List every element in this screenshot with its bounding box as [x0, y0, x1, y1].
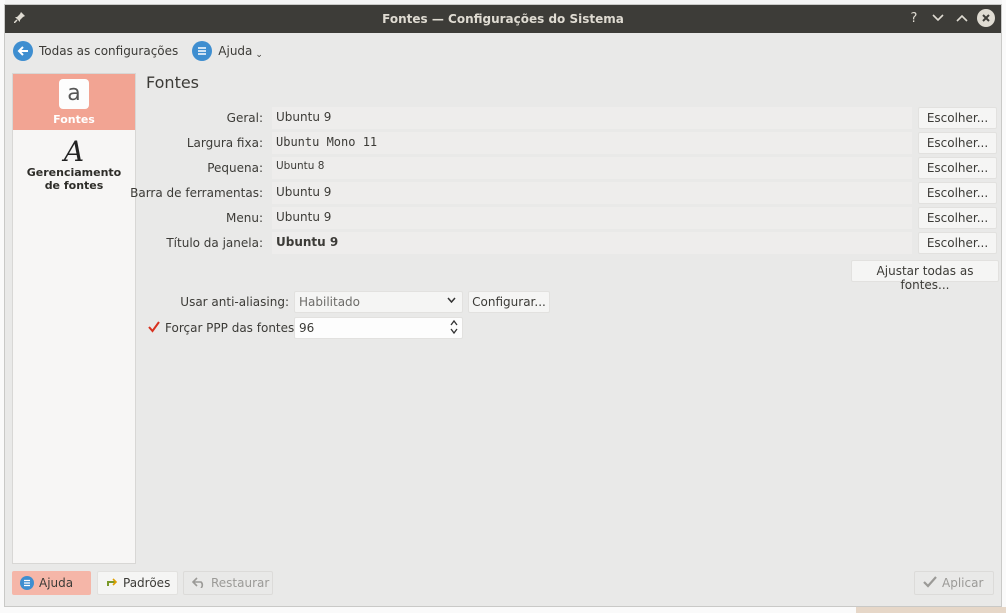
help-button-label: Ajuda	[39, 576, 74, 590]
font-label: Largura fixa:	[186, 136, 263, 150]
help-icon[interactable]: ?	[905, 9, 923, 27]
help-menu-label: Ajuda	[218, 44, 253, 58]
font-label: Título da janela:	[166, 236, 263, 250]
choose-button[interactable]: Escolher...	[918, 132, 997, 154]
apply-button[interactable]: Aplicar	[914, 571, 994, 595]
sidebar-item-font-management[interactable]: A Gerenciamento de fontes	[13, 130, 135, 200]
font-management-icon: A	[63, 135, 85, 168]
check-icon	[923, 575, 937, 591]
sidebar-item-fontes[interactable]: a Fontes	[13, 74, 135, 130]
antialias-label: Usar anti-aliasing:	[180, 295, 289, 309]
footer: Ajuda Padrões Restaurar Aplicar	[11, 571, 999, 597]
close-icon[interactable]	[977, 9, 995, 27]
defaults-button[interactable]: Padrões	[97, 571, 178, 595]
help-button[interactable]: Ajuda	[12, 571, 91, 595]
page-title: Fontes	[146, 73, 200, 92]
dpi-spinbox[interactable]: 96	[294, 317, 463, 339]
settings-window: Fontes — Configurações do Sistema ? Toda…	[4, 4, 1002, 607]
sidebar: a Fontes A Gerenciamento de fontes	[12, 73, 136, 564]
font-value: Ubuntu 9	[272, 182, 912, 204]
restore-button[interactable]: Restaurar	[183, 571, 273, 595]
apply-button-label: Aplicar	[942, 576, 984, 590]
configure-button[interactable]: Configurar...	[468, 291, 550, 313]
font-row-fixed-width: Largura fixa: Ubuntu Mono 11 Escolher...	[145, 132, 997, 154]
choose-button[interactable]: Escolher...	[918, 207, 997, 229]
adjust-all-fonts-button[interactable]: Ajustar todas as fontes...	[851, 260, 999, 292]
title-bar[interactable]: Fontes — Configurações do Sistema ?	[5, 5, 1001, 33]
font-row-general: Geral: Ubuntu 9 Escolher...	[145, 107, 997, 129]
font-value: Ubuntu 8	[272, 157, 912, 179]
dpi-value: 96	[299, 321, 315, 335]
chevron-down-icon: ⌄	[255, 50, 263, 60]
font-icon: a	[59, 78, 89, 109]
choose-button[interactable]: Escolher...	[918, 182, 997, 204]
defaults-icon	[106, 576, 118, 591]
menu-icon	[20, 576, 34, 590]
font-row-menu: Menu: Ubuntu 9 Escolher...	[145, 207, 997, 229]
menu-icon	[192, 41, 213, 61]
window-title: Fontes — Configurações do Sistema	[382, 12, 624, 26]
font-row-window-title: Título da janela: Ubuntu 9 Escolher...	[145, 232, 997, 254]
back-button[interactable]: Todas as configurações	[13, 41, 178, 61]
dpi-label: Forçar PPP das fontes:	[165, 321, 299, 335]
restore-button-label: Restaurar	[211, 576, 270, 590]
choose-button[interactable]: Escolher...	[918, 157, 997, 179]
font-label: Barra de ferramentas:	[130, 186, 263, 200]
back-arrow-icon	[13, 41, 33, 61]
main-panel: Fontes Geral: Ubuntu 9 Escolher... Largu…	[130, 73, 1001, 564]
font-value: Ubuntu Mono 11	[272, 132, 912, 154]
font-value: Ubuntu 9	[272, 207, 912, 229]
font-label: Pequena:	[207, 161, 263, 175]
minimize-icon[interactable]	[929, 9, 947, 27]
toolbar: Todas as configurações Ajuda ⌄	[5, 33, 1001, 69]
help-menu-button[interactable]: Ajuda ⌄	[192, 41, 263, 61]
choose-button[interactable]: Escolher...	[918, 107, 997, 129]
choose-button[interactable]: Escolher...	[918, 232, 997, 254]
font-row-small: Pequena: Ubuntu 8 Escolher...	[145, 157, 997, 179]
font-value: Ubuntu 9	[272, 107, 912, 129]
sidebar-item-label: Fontes	[53, 112, 95, 126]
maximize-icon[interactable]	[953, 9, 971, 27]
antialias-select[interactable]: Habilitado	[294, 291, 463, 313]
font-label: Geral:	[226, 111, 263, 125]
spin-arrows-icon[interactable]	[450, 318, 458, 338]
font-label: Menu:	[226, 211, 263, 225]
sidebar-item-label: Gerenciamento de fontes	[26, 166, 122, 192]
defaults-button-label: Padrões	[123, 576, 171, 590]
dpi-checkbox[interactable]	[148, 321, 162, 335]
font-row-toolbar: Barra de ferramentas: Ubuntu 9 Escolher.…	[130, 182, 997, 204]
font-value: Ubuntu 9	[272, 232, 912, 254]
antialias-value: Habilitado	[299, 295, 361, 309]
undo-icon	[191, 576, 206, 591]
back-label: Todas as configurações	[39, 44, 179, 58]
chevron-down-icon	[447, 295, 456, 306]
